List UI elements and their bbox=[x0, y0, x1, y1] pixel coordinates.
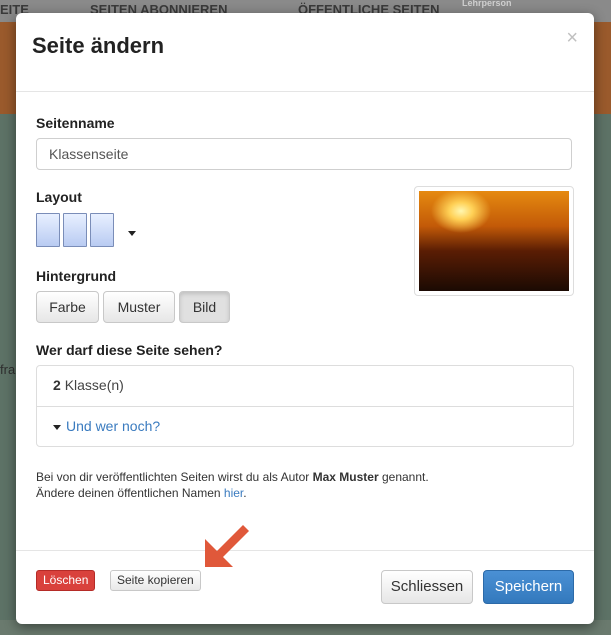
visibility-classes[interactable]: 2 Klasse(n) bbox=[53, 377, 124, 393]
layout-column-icon bbox=[36, 213, 60, 247]
info-text: Ändere deinen öffentlichen Namen bbox=[36, 486, 221, 500]
save-button[interactable]: Speichern bbox=[483, 570, 574, 604]
dialog-title: Seite ändern bbox=[32, 33, 165, 58]
layout-column-icon bbox=[63, 213, 87, 247]
page-name-label: Seitenname bbox=[36, 115, 115, 131]
background-label: Hintergrund bbox=[36, 268, 117, 284]
arrow-annotation-icon bbox=[205, 525, 249, 567]
close-icon[interactable]: × bbox=[566, 27, 578, 50]
visibility-panel: 2 Klasse(n) Und wer noch? bbox=[36, 365, 574, 447]
edit-page-dialog: Seite ändern × Seitenname Klassenseite L… bbox=[16, 13, 594, 624]
more-visibility-toggle[interactable]: Und wer noch? bbox=[53, 418, 160, 434]
caret-down-icon bbox=[53, 424, 61, 430]
sunset-image bbox=[419, 191, 569, 291]
public-name-link[interactable]: hier bbox=[224, 486, 243, 500]
close-button[interactable]: Schliessen bbox=[381, 570, 473, 604]
background-text: fra bbox=[0, 362, 16, 377]
info-text: genannt. bbox=[381, 470, 429, 484]
author-name: Max Muster bbox=[312, 470, 379, 484]
background-image-preview[interactable] bbox=[414, 186, 574, 296]
copy-page-button[interactable]: Seite kopieren bbox=[110, 570, 201, 591]
dialog-header: Seite ändern × bbox=[16, 13, 594, 92]
background-pattern-button[interactable]: Muster bbox=[103, 291, 175, 323]
background-color-button[interactable]: Farbe bbox=[36, 291, 99, 323]
footer-divider bbox=[16, 550, 594, 551]
layout-dropdown-icon[interactable] bbox=[128, 231, 136, 236]
page-name-input[interactable]: Klassenseite bbox=[36, 138, 572, 170]
visibility-label: Wer darf diese Seite sehen? bbox=[36, 342, 223, 358]
layout-label: Layout bbox=[36, 189, 82, 205]
delete-button[interactable]: Löschen bbox=[36, 570, 96, 591]
background-image-button[interactable]: Bild bbox=[179, 291, 230, 323]
visibility-unit: Klasse(n) bbox=[64, 377, 124, 393]
info-text: . bbox=[243, 486, 247, 500]
background-badge: Lehrperson bbox=[462, 0, 512, 8]
more-visibility-link[interactable]: Und wer noch? bbox=[66, 418, 160, 434]
visibility-count: 2 bbox=[53, 377, 61, 393]
author-info: Bei von dir veröffentlichten Seiten wirs… bbox=[36, 469, 429, 501]
info-text: Bei von dir veröffentlichten Seiten wirs… bbox=[36, 470, 310, 484]
divider bbox=[37, 406, 573, 407]
layout-column-icon bbox=[90, 213, 114, 247]
